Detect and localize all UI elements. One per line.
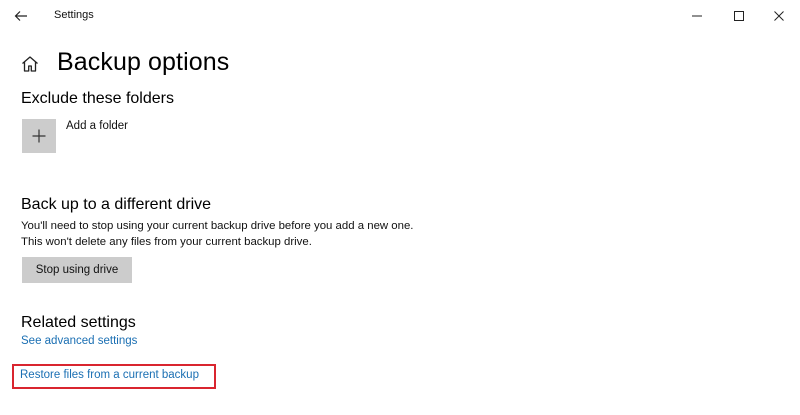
plus-icon [32, 129, 46, 143]
back-button[interactable] [8, 4, 34, 28]
close-icon [774, 11, 784, 21]
different-drive-description: You'll need to stop using your current b… [21, 220, 414, 248]
minimize-button[interactable] [680, 4, 714, 28]
exclude-folders-heading: Exclude these folders [21, 90, 174, 107]
add-folder-button[interactable] [22, 119, 56, 153]
title-bar: Settings [0, 0, 800, 32]
restore-files-link[interactable]: Restore files from a current backup [20, 369, 199, 381]
close-button[interactable] [762, 4, 796, 28]
add-folder-label[interactable]: Add a folder [66, 120, 128, 132]
page-title: Backup options [57, 48, 230, 76]
home-icon[interactable] [20, 54, 40, 74]
different-drive-heading: Back up to a different drive [21, 196, 212, 213]
stop-using-drive-button[interactable]: Stop using drive [22, 257, 132, 283]
maximize-button[interactable] [722, 4, 756, 28]
minimize-icon [692, 15, 702, 17]
window-title: Settings [54, 9, 94, 21]
maximize-icon [734, 11, 744, 21]
arrow-left-icon [14, 11, 27, 21]
related-settings-heading: Related settings [21, 314, 136, 331]
see-advanced-settings-link[interactable]: See advanced settings [21, 335, 137, 347]
